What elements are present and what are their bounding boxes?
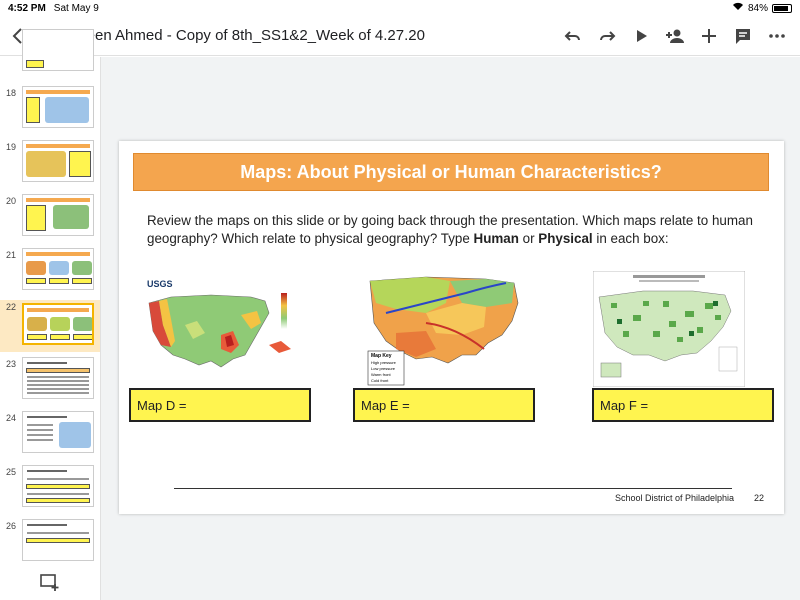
slide-thumbnail-panel: 18 19 20 21 22 23 24 25 26 (0, 29, 101, 600)
redo-button[interactable] (590, 19, 624, 53)
map-key-item: Low pressure (371, 366, 396, 371)
footer-divider (174, 488, 732, 489)
slide-number: 24 (6, 413, 17, 423)
slide-thumbnail-25[interactable]: 25 (0, 465, 100, 515)
thumbnail-image (22, 357, 94, 399)
play-icon (637, 29, 647, 42)
thumbnail-image (22, 519, 94, 561)
slide-number: 25 (6, 467, 17, 477)
map-e-answer-box[interactable]: Map E = (353, 388, 535, 422)
body-or: or (518, 231, 539, 246)
slide-thumbnail-17[interactable] (0, 29, 100, 71)
slide-number: 26 (6, 521, 17, 531)
thumbnail-image (22, 465, 94, 507)
slide-number: 20 (6, 196, 17, 206)
slide-thumbnail-24[interactable]: 24 (0, 411, 100, 461)
slide-number: 21 (6, 250, 17, 260)
insert-button[interactable] (692, 19, 726, 53)
status-time: 4:52 PM (8, 2, 46, 14)
map-d-earthquake-hazard-image: USGS (141, 275, 303, 383)
thumbnail-image (22, 86, 94, 128)
slide-number: 23 (6, 359, 17, 369)
slide-number: 22 (6, 302, 17, 312)
status-bar: 4:52 PM Sat May 9 84% (0, 0, 800, 16)
new-slide-icon (40, 574, 59, 591)
status-right: 84% (732, 2, 792, 14)
battery-icon (772, 3, 792, 13)
document-title[interactable]: Mahveen Ahmed - Copy of 8th_SS1&2_Week o… (50, 27, 425, 44)
slide-title[interactable]: Maps: About Physical or Human Characteri… (133, 153, 769, 191)
slide-thumbnail-26[interactable]: 26 (0, 519, 100, 569)
body-bold-physical: Physical (538, 231, 593, 246)
slide-instructions[interactable]: Review the maps on this slide or by goin… (147, 212, 757, 248)
app-toolbar: Mahveen Ahmed - Copy of 8th_SS1&2_Week o… (0, 16, 800, 56)
status-date: Sat May 9 (53, 2, 99, 14)
slide-thumbnail-21[interactable]: 21 (0, 248, 100, 298)
comments-button[interactable] (726, 19, 760, 53)
comment-icon (736, 28, 750, 44)
map-d-answer-box[interactable]: Map D = (129, 388, 311, 422)
present-button[interactable] (624, 19, 658, 53)
slide-canvas: Maps: About Physical or Human Characteri… (101, 57, 800, 600)
map-key-title: Map Key (371, 353, 392, 359)
redo-icon (600, 30, 616, 41)
slide-thumbnail-23[interactable]: 23 (0, 357, 100, 407)
map-key-item: Cold front (371, 378, 389, 383)
slide-thumbnail-18[interactable]: 18 (0, 86, 100, 136)
undo-button[interactable] (556, 19, 590, 53)
undo-icon (564, 30, 580, 41)
map-key-item: Warm front (371, 372, 392, 377)
slide-number: 18 (6, 88, 17, 98)
wifi-icon (732, 2, 744, 14)
body-bold-human: Human (473, 231, 519, 246)
usgs-logo-text: USGS (147, 279, 173, 289)
more-icon (769, 33, 785, 38)
thumbnail-image (22, 140, 94, 182)
new-slide-button[interactable] (40, 574, 60, 592)
thumbnail-image (22, 194, 94, 236)
toolbar-actions (556, 19, 794, 53)
map-key-item: High pressure (371, 360, 397, 365)
slide-thumbnail-22[interactable]: 22 (0, 300, 100, 352)
thumbnail-image (22, 303, 94, 345)
thumbnail-image (22, 29, 94, 71)
slide-thumbnail-20[interactable]: 20 (0, 194, 100, 244)
map-f-county-income-image (593, 271, 745, 387)
map-f-answer-box[interactable]: Map F = (592, 388, 774, 422)
slide-page-number: 22 (753, 493, 764, 503)
slide-thumbnail-19[interactable]: 19 (0, 140, 100, 190)
thumbnail-image (22, 411, 94, 453)
add-icon (702, 28, 716, 43)
battery-percent: 84% (747, 2, 768, 14)
share-button[interactable] (658, 19, 692, 53)
more-options-button[interactable] (760, 19, 794, 53)
current-slide[interactable]: Maps: About Physical or Human Characteri… (119, 141, 784, 514)
add-person-icon (666, 29, 684, 43)
body-text-end: in each box: (592, 231, 669, 246)
slide-footer: School District of Philadelphia (614, 493, 734, 503)
map-e-weather-image: Map Key High pressure Low pressure Warm … (366, 273, 524, 387)
slide-number: 19 (6, 142, 17, 152)
thumbnail-image (22, 248, 94, 290)
